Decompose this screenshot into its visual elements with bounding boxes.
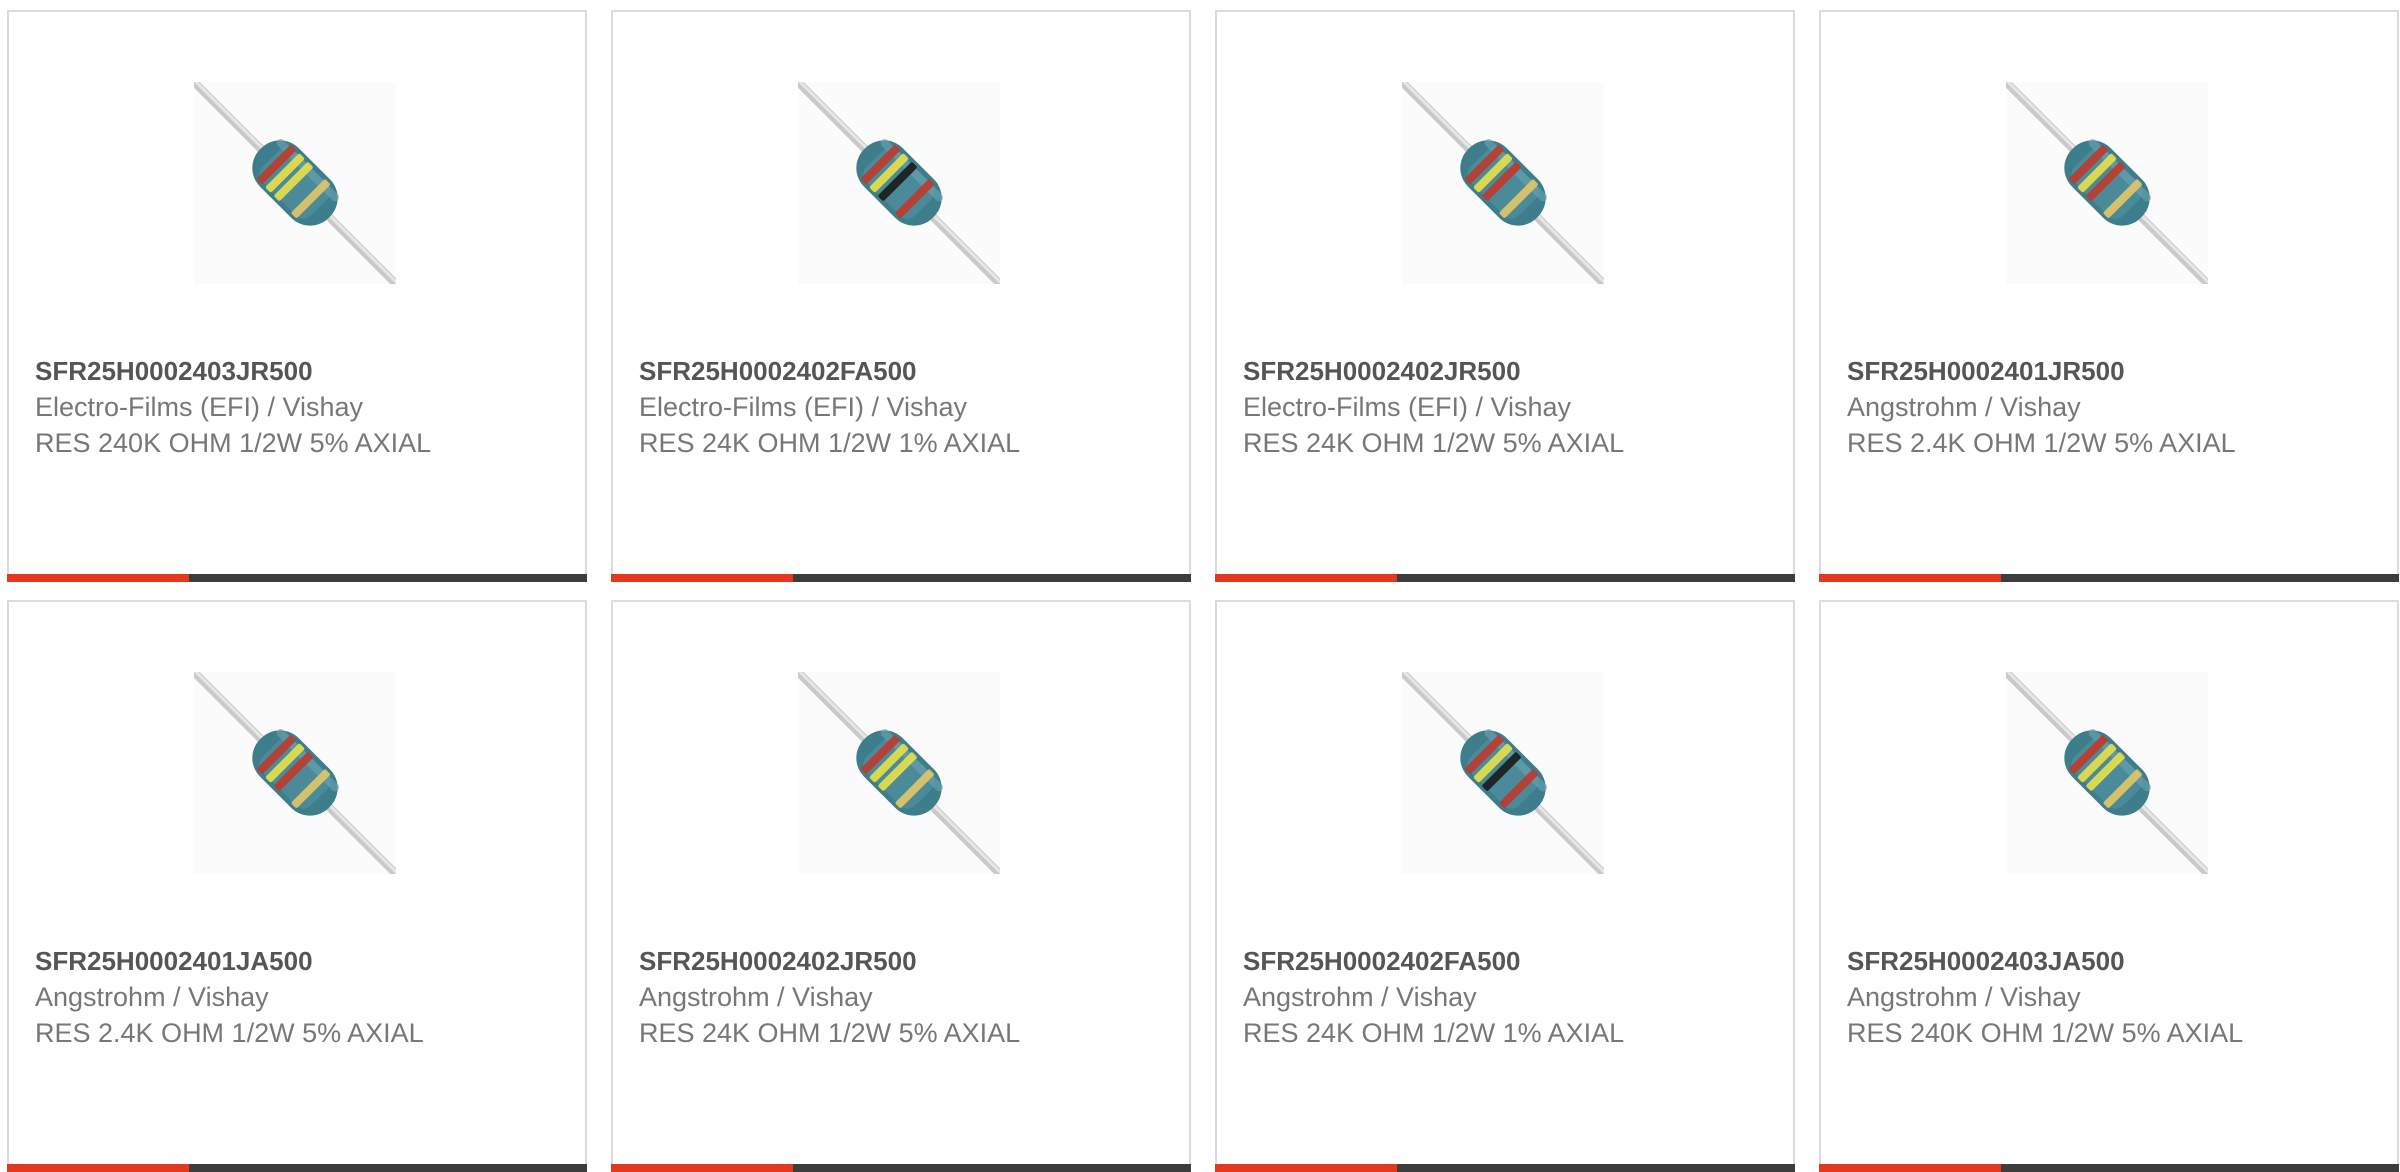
product-card[interactable]: SFR25H0002401JR500 Angstrohm / Vishay RE… xyxy=(1819,10,2399,582)
product-card[interactable]: SFR25H0002403JA500 Angstrohm / Vishay RE… xyxy=(1819,600,2399,1172)
resistor-image xyxy=(798,82,1000,284)
card-footer-bar xyxy=(7,1164,587,1172)
card-footer-bar xyxy=(7,574,587,582)
resistor-image xyxy=(194,672,396,874)
card-footer-accent xyxy=(1215,574,1397,582)
card-footer-accent xyxy=(1819,1164,2001,1172)
product-manufacturer: Angstrohm / Vishay xyxy=(1243,982,1477,1012)
product-card[interactable]: SFR25H0002402FA500 Electro-Films (EFI) /… xyxy=(611,10,1191,582)
resistor-image xyxy=(1402,82,1604,284)
product-manufacturer: Angstrohm / Vishay xyxy=(35,982,269,1012)
product-description: RES 24K OHM 1/2W 1% AXIAL xyxy=(639,428,1021,458)
product-description: RES 240K OHM 1/2W 5% AXIAL xyxy=(1847,1018,2244,1048)
product-manufacturer: Angstrohm / Vishay xyxy=(1847,982,2081,1012)
product-card[interactable]: SFR25H0002402JR500 Electro-Films (EFI) /… xyxy=(1215,10,1795,582)
card-footer-accent xyxy=(1819,574,2001,582)
product-part-number[interactable]: SFR25H0002403JR500 xyxy=(35,356,313,387)
card-footer-bar xyxy=(611,574,1191,582)
product-description: RES 24K OHM 1/2W 5% AXIAL xyxy=(639,1018,1021,1048)
product-description: RES 24K OHM 1/2W 1% AXIAL xyxy=(1243,1018,1625,1048)
product-description: RES 24K OHM 1/2W 5% AXIAL xyxy=(1243,428,1625,458)
product-card[interactable]: SFR25H0002403JR500 Electro-Films (EFI) /… xyxy=(7,10,587,582)
product-part-number[interactable]: SFR25H0002401JR500 xyxy=(1847,356,2125,387)
card-footer-bar xyxy=(611,1164,1191,1172)
card-footer-accent xyxy=(1215,1164,1397,1172)
product-description: RES 240K OHM 1/2W 5% AXIAL xyxy=(35,428,432,458)
product-grid: SFR25H0002403JR500 Electro-Films (EFI) /… xyxy=(0,0,2400,1172)
resistor-image xyxy=(1402,672,1604,874)
card-footer-accent xyxy=(7,1164,189,1172)
product-part-number[interactable]: SFR25H0002402FA500 xyxy=(1243,946,1521,977)
product-manufacturer: Electro-Films (EFI) / Vishay xyxy=(1243,392,1572,422)
resistor-image xyxy=(2006,672,2208,874)
product-card[interactable]: SFR25H0002402JR500 Angstrohm / Vishay RE… xyxy=(611,600,1191,1172)
product-manufacturer: Angstrohm / Vishay xyxy=(1847,392,2081,422)
product-part-number[interactable]: SFR25H0002402JR500 xyxy=(1243,356,1521,387)
product-part-number[interactable]: SFR25H0002403JA500 xyxy=(1847,946,2125,977)
product-part-number[interactable]: SFR25H0002401JA500 xyxy=(35,946,313,977)
product-card[interactable]: SFR25H0002401JA500 Angstrohm / Vishay RE… xyxy=(7,600,587,1172)
resistor-image xyxy=(194,82,396,284)
card-footer-accent xyxy=(7,574,189,582)
product-manufacturer: Electro-Films (EFI) / Vishay xyxy=(639,392,968,422)
card-footer-bar xyxy=(1215,574,1795,582)
resistor-image xyxy=(798,672,1000,874)
product-part-number[interactable]: SFR25H0002402JR500 xyxy=(639,946,917,977)
card-footer-accent xyxy=(611,1164,793,1172)
product-description: RES 2.4K OHM 1/2W 5% AXIAL xyxy=(1847,428,2236,458)
card-footer-bar xyxy=(1819,574,2399,582)
product-part-number[interactable]: SFR25H0002402FA500 xyxy=(639,356,917,387)
resistor-image xyxy=(2006,82,2208,284)
card-footer-accent xyxy=(611,574,793,582)
product-manufacturer: Electro-Films (EFI) / Vishay xyxy=(35,392,364,422)
card-footer-bar xyxy=(1215,1164,1795,1172)
product-card[interactable]: SFR25H0002402FA500 Angstrohm / Vishay RE… xyxy=(1215,600,1795,1172)
product-description: RES 2.4K OHM 1/2W 5% AXIAL xyxy=(35,1018,424,1048)
card-footer-bar xyxy=(1819,1164,2399,1172)
product-manufacturer: Angstrohm / Vishay xyxy=(639,982,873,1012)
